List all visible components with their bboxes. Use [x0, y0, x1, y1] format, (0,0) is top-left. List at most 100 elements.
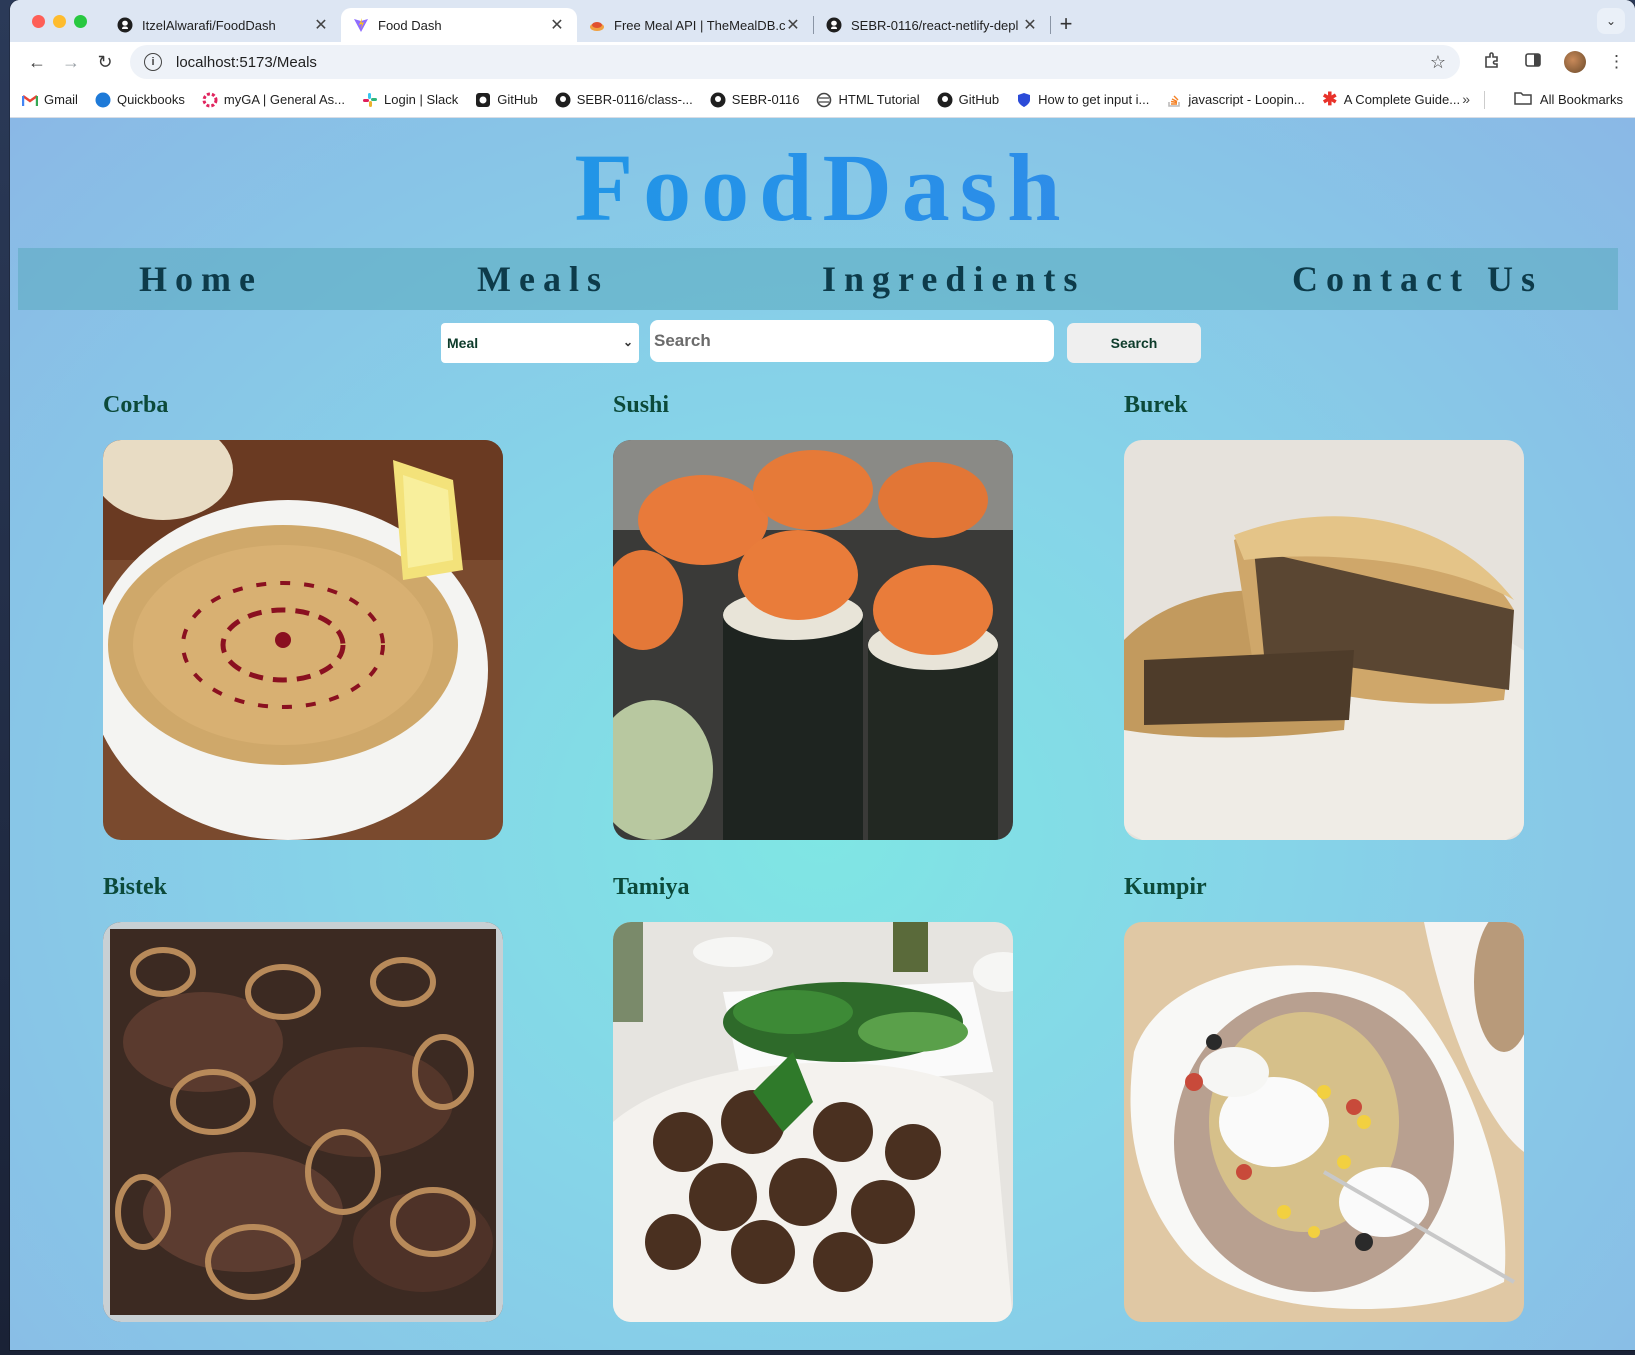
meal-card-burek[interactable]: Burek — [1124, 392, 1524, 840]
bookmark-label: SEBR-0116 — [731, 92, 800, 107]
meal-title: Kumpir — [1124, 874, 1207, 900]
bookmark-label: Gmail — [44, 92, 78, 107]
search-input[interactable]: Search — [650, 320, 1054, 362]
extensions-icon[interactable] — [1482, 50, 1502, 75]
bookmarks-bar: Gmail Quickbooks myGA | General As... Lo… — [10, 82, 1635, 118]
tab-food-dash[interactable]: Food Dash ✕ — [341, 8, 577, 42]
vite-icon — [353, 17, 369, 33]
bookmark-github[interactable]: GitHub — [475, 92, 538, 108]
tab-github-react-netlify[interactable]: SEBR-0116/react-netlify-depl ✕ — [814, 8, 1050, 42]
more-bookmarks-icon[interactable]: » — [1462, 91, 1470, 107]
side-panel-icon[interactable] — [1524, 51, 1542, 74]
meal-card-sushi[interactable]: Sushi — [613, 392, 1013, 840]
github-icon — [826, 17, 842, 33]
slack-icon — [362, 92, 378, 108]
chevron-down-icon: ⌄ — [622, 335, 633, 349]
close-tab-icon[interactable]: ✕ — [549, 15, 565, 35]
meal-card-corba[interactable]: Corba — [103, 392, 503, 840]
close-tab-icon[interactable]: ✕ — [785, 15, 801, 35]
search-type-select[interactable]: Meal ⌄ — [441, 323, 639, 363]
bookmark-label: SEBR-0116/class-... — [576, 92, 693, 107]
profile-avatar[interactable] — [1564, 51, 1586, 73]
arrow-right-icon: → — [62, 51, 80, 72]
minimize-window-button[interactable] — [53, 15, 66, 28]
close-tab-icon[interactable]: ✕ — [1022, 15, 1038, 35]
reload-button[interactable]: ↻ — [88, 46, 122, 78]
gmail-icon — [22, 92, 38, 108]
meal-image[interactable] — [1124, 440, 1524, 840]
tab-mealdb[interactable]: Free Meal API | TheMealDB.co ✕ — [577, 8, 813, 42]
tab-strip: ItzelAlwarafi/FoodDash ✕ Food Dash ✕ Fre… — [10, 0, 1635, 42]
github-icon — [710, 92, 726, 108]
meal-image[interactable] — [613, 922, 1013, 1322]
tab-search-button[interactable]: ⌄ — [1597, 8, 1625, 34]
meal-image[interactable] — [103, 922, 503, 1322]
nav-contact-us[interactable]: Contact Us — [1292, 258, 1543, 300]
tab-github-fooddash[interactable]: ItzelAlwarafi/FoodDash ✕ — [105, 8, 341, 42]
meal-card-bistek[interactable]: Bistek — [103, 874, 503, 1322]
window-controls — [32, 15, 87, 28]
close-window-button[interactable] — [32, 15, 45, 28]
bookmark-label: Quickbooks — [116, 92, 185, 107]
back-button[interactable]: ← — [20, 46, 54, 78]
bookmark-javascript-looping[interactable]: javascript - Loopin... — [1166, 92, 1305, 108]
meal-image[interactable] — [613, 440, 1013, 840]
bookmark-complete-guide[interactable]: ✱ A Complete Guide... — [1322, 89, 1461, 109]
toolbar-actions: ⋮ — [1482, 50, 1625, 75]
github-icon — [555, 92, 571, 108]
site-info-icon[interactable]: i — [144, 53, 162, 71]
nav-ingredients[interactable]: Ingredients — [822, 258, 1085, 300]
bookmark-html-tutorial[interactable]: HTML Tutorial — [816, 92, 920, 108]
bookmark-label: GitHub — [497, 92, 538, 107]
shield-icon — [1016, 92, 1032, 108]
meal-title: Sushi — [613, 392, 670, 418]
bookmark-label: Login | Slack — [384, 92, 459, 107]
ga-icon — [202, 92, 218, 108]
all-bookmarks-button[interactable]: All Bookmarks — [1514, 91, 1623, 108]
meal-image[interactable] — [1124, 922, 1524, 1322]
bookmark-how-to-get-input[interactable]: How to get input i... — [1016, 92, 1149, 108]
search-placeholder: Search — [654, 331, 711, 350]
tab-title: ItzelAlwarafi/FoodDash — [142, 17, 276, 33]
meal-title: Corba — [103, 392, 169, 418]
bookmark-sebr-class[interactable]: SEBR-0116/class-... — [555, 92, 693, 108]
tab-title: Free Meal API | TheMealDB.co — [614, 17, 785, 33]
browser-toolbar: ← → ↻ i localhost:5173/Meals ☆ ⋮ — [10, 42, 1635, 82]
globe-icon — [816, 92, 832, 108]
bookmark-label: myGA | General As... — [223, 92, 346, 107]
maximize-window-button[interactable] — [74, 15, 87, 28]
tab-title: SEBR-0116/react-netlify-depl — [851, 17, 1019, 33]
quickbooks-icon — [95, 92, 111, 108]
new-tab-button[interactable]: + — [1051, 11, 1081, 37]
main-nav: Home Meals Ingredients Contact Us — [18, 248, 1618, 310]
bookmark-gmail[interactable]: Gmail — [22, 92, 78, 108]
address-bar[interactable]: i localhost:5173/Meals ☆ — [130, 45, 1460, 79]
nav-meals[interactable]: Meals — [477, 258, 609, 300]
bookmark-quickbooks[interactable]: Quickbooks — [95, 92, 185, 108]
bookmark-myga[interactable]: myGA | General As... — [202, 92, 345, 108]
meal-image[interactable] — [103, 440, 503, 840]
close-tab-icon[interactable]: ✕ — [313, 15, 329, 35]
url-text: localhost:5173/Meals — [176, 53, 317, 71]
meal-title: Burek — [1124, 392, 1188, 418]
browser-menu-icon[interactable]: ⋮ — [1608, 52, 1625, 72]
arrow-left-icon: ← — [28, 51, 46, 72]
github-icon — [937, 92, 953, 108]
bookmark-sebr[interactable]: SEBR-0116 — [710, 92, 800, 108]
bookmark-star-icon[interactable]: ☆ — [1430, 52, 1446, 73]
bookmark-github-2[interactable]: GitHub — [937, 92, 999, 108]
asterisk-icon: ✱ — [1322, 89, 1338, 109]
bookmark-label: javascript - Loopin... — [1188, 92, 1305, 107]
github-icon — [475, 92, 491, 108]
tabs: ItzelAlwarafi/FoodDash ✕ Food Dash ✕ Fre… — [105, 0, 1081, 42]
bookmark-label: HTML Tutorial — [838, 92, 920, 107]
forward-button[interactable]: → — [54, 46, 88, 78]
bookmark-slack[interactable]: Login | Slack — [362, 92, 458, 108]
search-button[interactable]: Search — [1067, 323, 1201, 363]
brand-title: FoodDash — [10, 136, 1635, 248]
bookmark-label: A Complete Guide... — [1343, 92, 1461, 107]
meal-card-tamiya[interactable]: Tamiya — [613, 874, 1013, 1322]
nav-home[interactable]: Home — [139, 258, 263, 300]
meal-card-kumpir[interactable]: Kumpir — [1124, 874, 1524, 1322]
all-bookmarks-label: All Bookmarks — [1539, 92, 1623, 107]
